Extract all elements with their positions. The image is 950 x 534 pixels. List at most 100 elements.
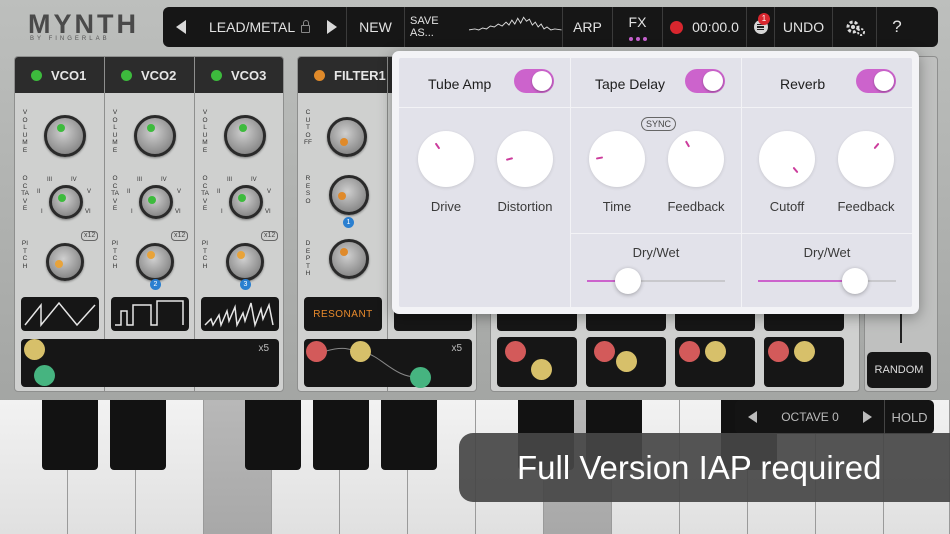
octave-tick-label: III	[227, 177, 233, 183]
envelope-xy-pad[interactable]	[586, 337, 666, 387]
envelope-xy-pad[interactable]	[497, 337, 577, 387]
cutoff-knob[interactable]	[327, 117, 367, 157]
fx-label: FX	[628, 14, 647, 30]
noise-wave-icon	[204, 302, 274, 328]
xy-handle[interactable]	[24, 339, 45, 360]
pitch-knob[interactable]	[226, 243, 264, 281]
arp-button[interactable]: ARP	[563, 7, 613, 47]
black-key[interactable]	[381, 400, 437, 470]
tape-delay-section: Tape Delay SYNC Time Feedback Dry/Wet	[571, 58, 742, 307]
black-key[interactable]	[42, 400, 98, 470]
xy-handle[interactable]	[594, 341, 615, 362]
prev-preset-button[interactable]	[163, 7, 199, 47]
pitch-multiplier[interactable]: x12	[261, 231, 279, 241]
octave-knob[interactable]	[139, 185, 173, 219]
filter-led[interactable]	[314, 69, 325, 81]
waveform-selector[interactable]	[201, 297, 279, 331]
xy-handle[interactable]	[768, 341, 789, 362]
iap-banner[interactable]: Full Version IAP required	[459, 433, 950, 502]
filter-name: FILTER1	[334, 67, 386, 83]
record-button[interactable]: 00:00.0	[663, 7, 747, 47]
feedback-knob[interactable]	[668, 131, 724, 187]
xy-handle[interactable]	[794, 341, 815, 362]
octave-down-button[interactable]	[735, 400, 769, 434]
octave-tick-label: V	[177, 189, 182, 195]
volume-label: VOLUME	[22, 109, 28, 154]
reverb-drywet-slider[interactable]	[758, 268, 896, 294]
xy-handle[interactable]	[616, 351, 637, 372]
distortion-knob[interactable]	[497, 131, 553, 187]
lock-icon	[301, 20, 311, 33]
envelope-xy-pad[interactable]	[764, 337, 844, 387]
xy-handle[interactable]	[350, 341, 371, 362]
sync-button[interactable]: SYNC	[641, 117, 677, 131]
save-as-button[interactable]: SAVE AS...	[405, 7, 563, 47]
volume-knob[interactable]	[134, 115, 176, 157]
preset-name[interactable]: LEAD/METAL	[199, 7, 317, 47]
octave-tick-label: III	[137, 177, 143, 183]
time-knob[interactable]	[589, 131, 645, 187]
drywet-label: Dry/Wet	[803, 245, 851, 260]
filter-mode-button[interactable]: RESONANT	[304, 297, 382, 331]
xy-handle[interactable]	[34, 365, 55, 386]
depth-knob[interactable]	[329, 239, 369, 279]
delay-drywet-slider[interactable]	[587, 268, 725, 294]
reverb-toggle[interactable]	[856, 69, 896, 93]
octave-knob[interactable]	[229, 185, 263, 219]
fx-button[interactable]: FX	[613, 7, 663, 47]
waveform-selector[interactable]	[21, 297, 99, 331]
new-preset-button[interactable]: NEW	[347, 7, 405, 47]
xy-handle[interactable]	[531, 359, 552, 380]
octave-tick-label: I	[221, 209, 223, 215]
preset-name-label: LEAD/METAL	[209, 19, 296, 35]
vco-led[interactable]	[211, 69, 222, 81]
next-preset-button[interactable]	[317, 7, 347, 47]
pitch-knob[interactable]	[136, 243, 174, 281]
filter-header[interactable]: FILTER1	[298, 57, 387, 93]
tube-amp-section: Tube Amp Drive Distortion	[399, 58, 571, 307]
xy-handle[interactable]	[410, 367, 431, 388]
record-icon	[670, 20, 684, 34]
waveform-selector[interactable]	[111, 297, 189, 331]
pitch-label: PITCH	[21, 240, 29, 270]
vco-xy-pad[interactable]: x5	[21, 339, 279, 387]
pitch-multiplier[interactable]: x12	[171, 231, 189, 241]
section-divider	[571, 233, 741, 234]
cutoff-knob[interactable]	[759, 131, 815, 187]
feedback-knob[interactable]	[838, 131, 894, 187]
pitch-multiplier[interactable]: x12	[81, 231, 99, 241]
vco-header[interactable]: VCO2	[105, 57, 194, 93]
black-key[interactable]	[313, 400, 369, 470]
xy-handle[interactable]	[679, 341, 700, 362]
undo-button[interactable]: UNDO	[775, 7, 833, 47]
xy-handle[interactable]	[306, 341, 327, 362]
tape-delay-toggle[interactable]	[685, 69, 725, 93]
reso-knob[interactable]	[329, 175, 369, 215]
slider-thumb[interactable]	[841, 268, 868, 294]
xy-handle[interactable]	[505, 341, 526, 362]
settings-button[interactable]	[833, 7, 877, 47]
save-as-label: SAVE AS...	[410, 15, 439, 39]
black-key[interactable]	[110, 400, 166, 470]
filter-xy-pad[interactable]: x5	[304, 339, 472, 388]
octave-up-button[interactable]	[851, 400, 885, 434]
tube-amp-toggle[interactable]	[514, 69, 554, 93]
vco-led[interactable]	[121, 69, 132, 81]
vco-led[interactable]	[31, 69, 42, 81]
pitch-knob[interactable]	[46, 243, 84, 281]
envelope-xy-pad[interactable]	[675, 337, 755, 387]
drive-knob[interactable]	[418, 131, 474, 187]
volume-knob[interactable]	[224, 115, 266, 157]
time-label: Time	[602, 199, 632, 214]
black-key[interactable]	[245, 400, 301, 470]
help-button[interactable]: ?	[877, 7, 917, 47]
vco-header[interactable]: VCO1	[15, 57, 104, 93]
octave-knob[interactable]	[49, 185, 83, 219]
vco-header[interactable]: VCO3	[195, 57, 283, 93]
recordings-button[interactable]: 1	[747, 7, 775, 47]
volume-knob[interactable]	[44, 115, 86, 157]
slider-thumb[interactable]	[615, 268, 642, 294]
xy-handle[interactable]	[705, 341, 726, 362]
hold-button[interactable]: HOLD	[885, 410, 934, 425]
random-button[interactable]: RANDOM	[867, 352, 931, 388]
